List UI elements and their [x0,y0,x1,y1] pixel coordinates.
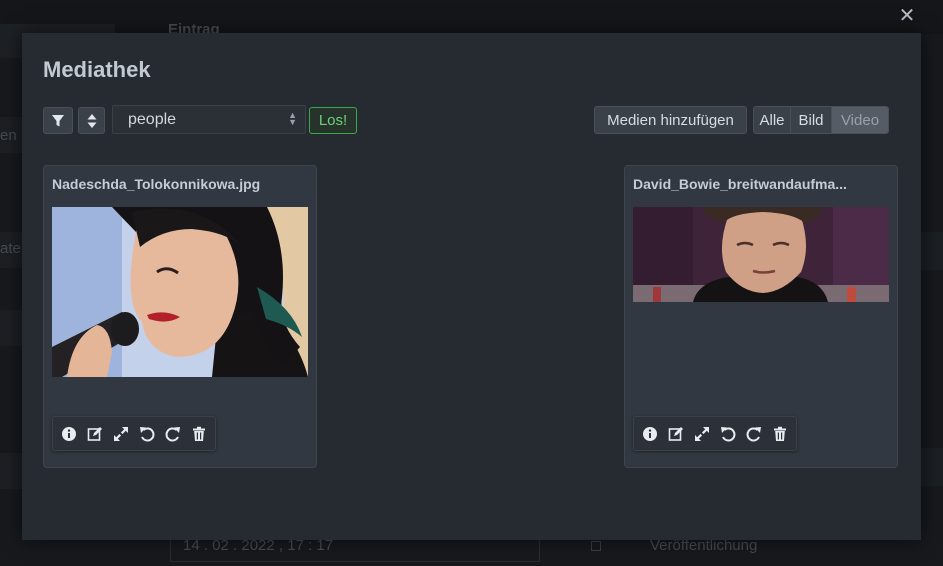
media-filename: David_Bowie_breitwandaufma... [633,176,847,192]
type-filter-image[interactable]: Bild [791,107,832,133]
type-filter-all[interactable]: Alle [754,107,791,133]
sort-icon [87,113,96,128]
background-checkbox [591,541,601,551]
woman-singing-image [52,207,308,377]
type-filter-group: Alle Bild Video [753,106,889,134]
modal-title: Mediathek [43,57,151,82]
media-thumbnail[interactable] [52,207,308,377]
media-thumbnail[interactable] [633,207,889,302]
man-portrait-image [633,207,889,302]
background-side-row [921,232,943,270]
background-side-text: en [0,127,17,144]
select-arrows-icon: ▲ ▼ [288,110,297,127]
rotate-right-icon[interactable] [745,425,763,443]
add-media-button[interactable]: Medien hinzufügen [594,106,747,134]
background-side-row [0,310,22,346]
rotate-left-icon[interactable] [138,425,156,443]
info-icon[interactable] [60,425,78,443]
trash-icon[interactable] [771,425,789,443]
search-select[interactable]: people ▲ ▼ [112,105,306,134]
sort-button[interactable] [78,107,105,134]
media-actions [52,416,216,451]
info-icon[interactable] [641,425,659,443]
media-actions [633,416,797,451]
edit-icon[interactable] [86,425,104,443]
go-button[interactable]: Los! [309,107,357,134]
background-side-row [921,448,943,486]
media-card[interactable]: David_Bowie_breitwandaufma... [624,165,898,468]
background-side-row [0,453,22,489]
edit-icon[interactable] [667,425,685,443]
filter-button[interactable] [43,107,73,134]
trash-icon[interactable] [190,425,208,443]
media-library-modal: Mediathek people ▲ ▼ Los! Medien hinzufüg… [22,33,921,540]
search-select-value: people [128,110,177,128]
media-card[interactable]: Nadeschda_Tolokonnikowa.jpg [43,165,317,468]
media-filename: Nadeschda_Tolokonnikowa.jpg [52,176,261,192]
close-icon[interactable]: ✕ [898,6,916,26]
resize-icon[interactable] [112,425,130,443]
background-header [0,0,943,34]
rotate-left-icon[interactable] [719,425,737,443]
type-filter-video[interactable]: Video [832,107,888,133]
filter-icon [52,114,64,126]
resize-icon[interactable] [693,425,711,443]
background-side-text: ate [0,240,21,257]
rotate-right-icon[interactable] [164,425,182,443]
